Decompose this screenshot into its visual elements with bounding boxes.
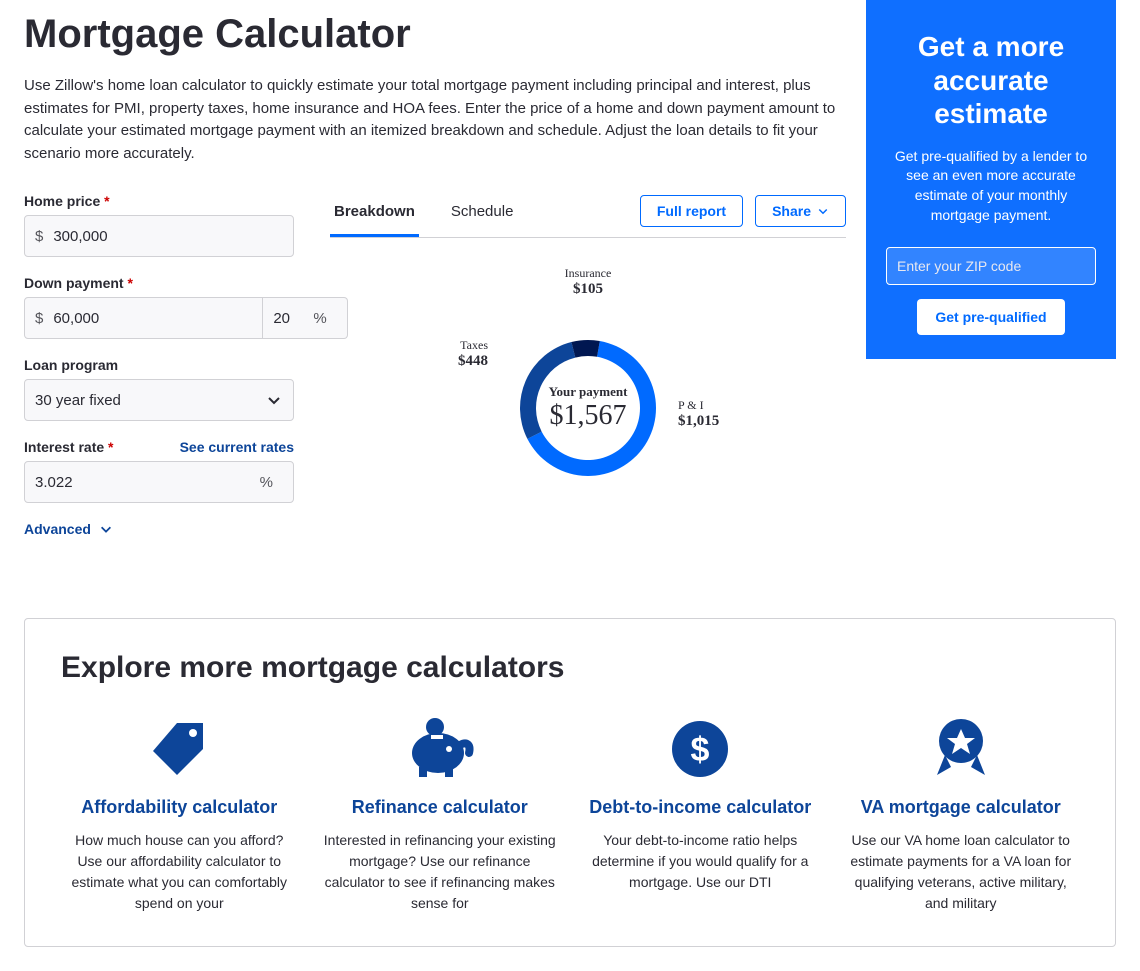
card-va[interactable]: VA mortgage calculator Use our VA home l… — [843, 713, 1080, 914]
chevron-down-icon — [99, 522, 113, 536]
donut-label-pi-value: $1,015 — [678, 413, 719, 430]
card-body: Interested in refinancing your existing … — [322, 830, 559, 914]
award-ribbon-icon — [843, 713, 1080, 785]
see-current-rates-link[interactable]: See current rates — [180, 439, 294, 455]
home-price-label: Home price — [24, 193, 100, 209]
page-intro: Use Zillow's home loan calculator to qui… — [24, 75, 844, 165]
share-button[interactable]: Share — [755, 195, 846, 227]
currency-symbol: $ — [35, 228, 43, 245]
card-title: Refinance calculator — [322, 797, 559, 818]
interest-rate-label: Interest rate — [24, 439, 104, 455]
card-body: Your debt-to-income ratio helps determin… — [582, 830, 819, 893]
down-payment-input[interactable] — [53, 310, 252, 327]
explore-title: Explore more mortgage calculators — [61, 651, 1079, 685]
down-payment-label: Down payment — [24, 275, 124, 291]
page-title: Mortgage Calculator — [24, 12, 846, 57]
card-body: How much house can you afford? Use our a… — [61, 830, 298, 914]
card-affordability[interactable]: Affordability calculator How much house … — [61, 713, 298, 914]
tab-schedule[interactable]: Schedule — [447, 193, 518, 237]
card-title: Affordability calculator — [61, 797, 298, 818]
donut-label-insurance-value: $105 — [565, 281, 612, 298]
calculator-form: Home price * $ Down payment * $ — [24, 193, 294, 558]
full-report-button[interactable]: Full report — [640, 195, 743, 227]
zip-code-input[interactable] — [886, 247, 1096, 285]
donut-label-insurance-name: Insurance — [565, 266, 612, 281]
card-body: Use our VA home loan calculator to estim… — [843, 830, 1080, 914]
piggy-bank-icon — [322, 713, 559, 785]
donut-label-taxes-name: Taxes — [458, 338, 488, 353]
percent-symbol: % — [260, 474, 273, 491]
interest-rate-input[interactable] — [35, 474, 260, 491]
donut-center-label: Your payment — [549, 384, 628, 400]
tag-icon — [61, 713, 298, 785]
cta-title: Get a more accurate estimate — [886, 30, 1096, 131]
tab-breakdown[interactable]: Breakdown — [330, 193, 419, 237]
home-price-input[interactable] — [53, 228, 283, 245]
currency-symbol: $ — [35, 310, 43, 327]
chevron-down-icon — [817, 205, 829, 217]
cta-panel: Get a more accurate estimate Get pre-qua… — [866, 0, 1116, 359]
explore-section: Explore more mortgage calculators Afford… — [24, 618, 1116, 947]
card-title: VA mortgage calculator — [843, 797, 1080, 818]
percent-symbol: % — [313, 310, 326, 327]
advanced-toggle[interactable]: Advanced — [24, 521, 294, 537]
required-indicator: * — [108, 439, 113, 455]
donut-label-taxes-value: $448 — [458, 353, 488, 370]
loan-program-label: Loan program — [24, 357, 118, 373]
dollar-circle-icon: $ — [582, 713, 819, 785]
loan-program-select[interactable]: 30 year fixed — [24, 379, 294, 421]
donut-center-amount: $1,567 — [549, 400, 628, 432]
get-prequalified-button[interactable]: Get pre-qualified — [917, 299, 1064, 335]
card-refinance[interactable]: Refinance calculator Interested in refin… — [322, 713, 559, 914]
card-dti[interactable]: $ Debt-to-income calculator Your debt-to… — [582, 713, 819, 914]
down-payment-percent-input[interactable] — [273, 310, 313, 327]
svg-text:$: $ — [691, 731, 710, 769]
required-indicator: * — [104, 193, 109, 209]
cta-body: Get pre-qualified by a lender to see an … — [886, 147, 1096, 225]
card-title: Debt-to-income calculator — [582, 797, 819, 818]
required-indicator: * — [127, 275, 132, 291]
payment-donut-chart: Your payment $1,567 Insurance $105 Taxes… — [330, 258, 846, 558]
donut-label-pi-name: P & I — [678, 398, 719, 413]
